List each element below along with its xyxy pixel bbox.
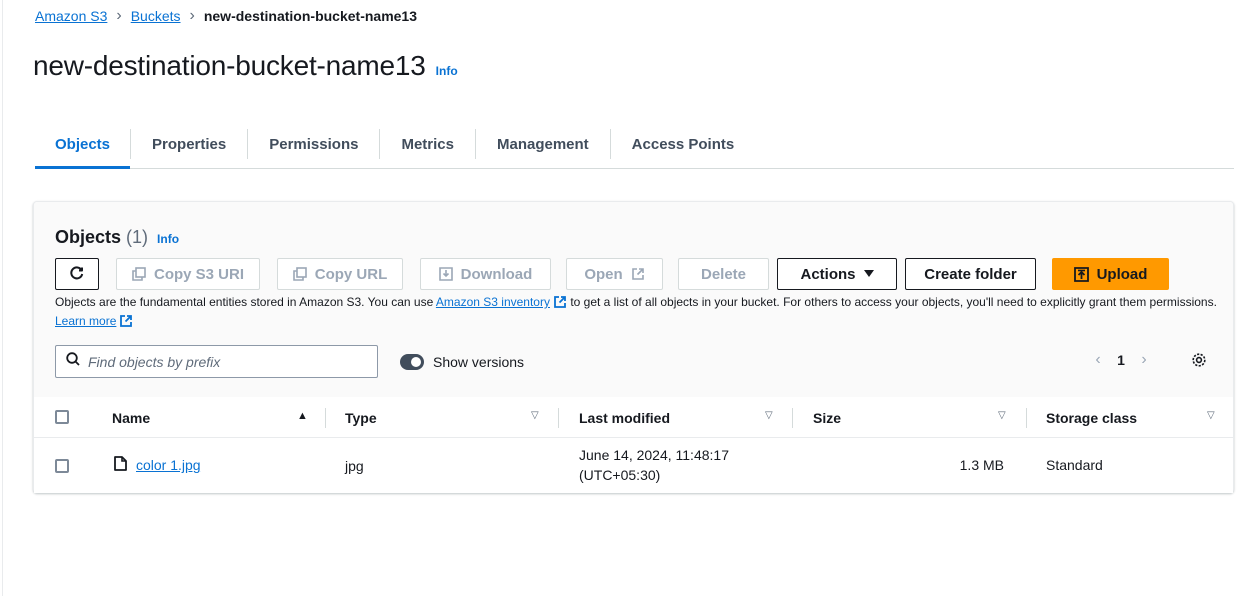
column-header-last-modified[interactable]: Last modified [579, 397, 670, 438]
copy-icon [132, 267, 146, 281]
objects-count: (1) [126, 227, 149, 247]
tab-access-points[interactable]: Access Points [611, 120, 756, 168]
learn-more-link[interactable]: Learn more [55, 314, 116, 328]
object-type-cell: jpg [345, 458, 364, 474]
objects-heading: Objects (1) Info [55, 227, 179, 248]
table-header: Name ▲ Type ▽ Last modified ▽ Size ▽ Sto… [34, 397, 1233, 438]
search-objects-box [55, 345, 378, 378]
sort-icon[interactable]: ▽ [765, 410, 773, 421]
external-link-icon [553, 295, 567, 313]
objects-title: Objects [55, 227, 122, 247]
external-link-icon [631, 267, 645, 281]
object-storage-class-cell: Standard [1046, 457, 1103, 473]
breadcrumb-buckets[interactable]: Buckets [131, 8, 181, 24]
column-header-type[interactable]: Type [345, 397, 377, 438]
caret-down-icon [863, 270, 874, 278]
page-number[interactable]: 1 [1108, 352, 1134, 368]
search-icon [66, 352, 80, 371]
chevron-left-icon[interactable]: ‹ [1088, 351, 1108, 369]
delete-button[interactable]: Delete [678, 258, 769, 290]
page-title: new-destination-bucket-name13 [33, 50, 426, 81]
copy-icon [292, 267, 307, 281]
row-checkbox[interactable] [55, 459, 69, 473]
download-button[interactable]: Download [420, 258, 551, 290]
table-row: color 1.jpg jpg June 14, 2024, 11:48:17 … [34, 438, 1233, 493]
show-versions-label: Show versions [433, 354, 525, 370]
chevron-right-icon[interactable]: › [1134, 351, 1154, 369]
tab-permissions[interactable]: Permissions [248, 120, 379, 168]
s3-inventory-link[interactable]: Amazon S3 inventory [436, 295, 550, 309]
chevron-right-icon: › [116, 7, 122, 24]
refresh-icon [69, 264, 85, 284]
sort-icon[interactable]: ▽ [998, 410, 1006, 421]
file-icon [114, 456, 127, 474]
sort-icon[interactable]: ▽ [1207, 410, 1215, 421]
tab-objects[interactable]: Objects [35, 120, 131, 169]
tab-properties[interactable]: Properties [131, 120, 247, 168]
breadcrumb-current: new-destination-bucket-name13 [203, 8, 417, 24]
object-name-cell: color 1.jpg [136, 457, 201, 473]
download-icon [438, 267, 453, 281]
page-info-link[interactable]: Info [436, 64, 458, 78]
show-versions-toggle[interactable]: Show versions [400, 354, 524, 370]
objects-panel-header: Objects (1) Info Copy S3 URI Copy URL Do… [34, 202, 1233, 397]
objects-panel: Objects (1) Info Copy S3 URI Copy URL Do… [33, 201, 1234, 493]
objects-description: Objects are the fundamental entities sto… [55, 294, 1220, 332]
external-link-icon [119, 314, 133, 332]
breadcrumb-amazon-s3[interactable]: Amazon S3 [35, 8, 107, 24]
sort-icon[interactable]: ▽ [531, 410, 539, 421]
object-name-link[interactable]: color 1.jpg [136, 457, 201, 473]
copy-s3-uri-button[interactable]: Copy S3 URI [116, 258, 260, 290]
toggle-switch[interactable] [400, 354, 424, 370]
column-header-name[interactable]: Name [112, 397, 150, 438]
upload-button[interactable]: Upload [1052, 258, 1169, 290]
pagination: ‹ 1 › [1088, 351, 1154, 369]
tab-metrics[interactable]: Metrics [380, 120, 475, 168]
open-button[interactable]: Open [566, 258, 663, 290]
copy-url-button[interactable]: Copy URL [277, 258, 403, 290]
tab-bar: Objects Properties Permissions Metrics M… [35, 120, 1234, 169]
column-header-storage-class[interactable]: Storage class [1046, 397, 1137, 438]
chevron-right-icon: › [189, 7, 195, 24]
window-left-border [2, 0, 3, 596]
breadcrumb: Amazon S3 › Buckets › new-destination-bu… [35, 7, 417, 25]
actions-dropdown[interactable]: Actions [777, 258, 897, 290]
column-header-size[interactable]: Size [813, 397, 841, 438]
create-folder-button[interactable]: Create folder [905, 258, 1036, 290]
object-last-modified-cell: June 14, 2024, 11:48:17 (UTC+05:30) [579, 447, 729, 483]
refresh-button[interactable] [55, 258, 99, 290]
sort-ascending-icon[interactable]: ▲ [297, 410, 308, 422]
search-objects-input[interactable] [88, 353, 368, 370]
object-size-cell: 1.3 MB [959, 457, 1004, 473]
upload-icon [1073, 266, 1089, 282]
objects-info-link[interactable]: Info [157, 232, 179, 246]
gear-icon[interactable] [1191, 352, 1207, 373]
tab-management[interactable]: Management [476, 120, 610, 168]
select-all-checkbox[interactable] [55, 410, 69, 424]
page-header: new-destination-bucket-name13 Info [33, 50, 458, 82]
